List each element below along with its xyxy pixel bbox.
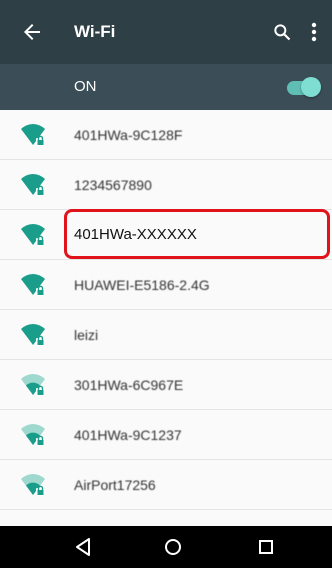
navigation-bar xyxy=(0,526,332,568)
wifi-toggle-label: ON xyxy=(74,78,97,95)
wifi-toggle-switch[interactable] xyxy=(287,77,321,97)
wifi-lock-icon xyxy=(21,324,45,346)
app-bar: Wi-Fi xyxy=(0,0,332,64)
network-ssid: 1234567890 xyxy=(74,177,152,193)
circle-home-icon[interactable] xyxy=(163,537,183,557)
network-row[interactable]: 401HWa-9C128F xyxy=(0,110,332,160)
highlight-box xyxy=(64,209,330,259)
more-vert-icon[interactable] xyxy=(308,20,320,44)
wifi-lock-icon xyxy=(21,274,45,296)
wifi-lock-icon xyxy=(21,474,45,496)
toggle-knob xyxy=(301,77,321,97)
arrow-back-icon[interactable] xyxy=(20,20,44,44)
wifi-lock-icon xyxy=(21,174,45,196)
network-ssid: 301HWa-6C967E xyxy=(74,377,184,393)
square-recents-icon[interactable] xyxy=(257,537,275,557)
wifi-lock-icon xyxy=(21,424,45,446)
network-list: 401HWa-9C128F 1234567890 401HWa-XXXXXX HUAW… xyxy=(0,110,332,526)
network-row[interactable]: AirPort17256 xyxy=(0,460,332,510)
network-ssid: AirPort17256 xyxy=(74,477,156,493)
wifi-lock-icon xyxy=(21,374,45,396)
wifi-lock-icon xyxy=(21,224,45,246)
network-row[interactable]: 401HWa-9C1237 xyxy=(0,410,332,460)
network-row[interactable]: leizi xyxy=(0,310,332,360)
network-row[interactable]: 1234567890 xyxy=(0,160,332,210)
network-ssid: leizi xyxy=(74,327,99,343)
network-ssid: HUAWEI-E5186-2.4G xyxy=(74,277,210,293)
triangle-back-icon[interactable] xyxy=(74,537,92,557)
network-row[interactable]: 301HWa-6C967E xyxy=(0,360,332,410)
page-title: Wi-Fi xyxy=(74,22,116,41)
network-ssid: 401HWa-9C1237 xyxy=(74,427,182,443)
wifi-lock-icon xyxy=(21,124,45,146)
search-icon[interactable] xyxy=(272,22,292,42)
network-ssid: 401HWa-9C128F xyxy=(74,127,183,143)
network-row[interactable]: HUAWEI-E5186-2.4G xyxy=(0,260,332,310)
wifi-toggle-bar[interactable]: ON xyxy=(0,64,332,110)
